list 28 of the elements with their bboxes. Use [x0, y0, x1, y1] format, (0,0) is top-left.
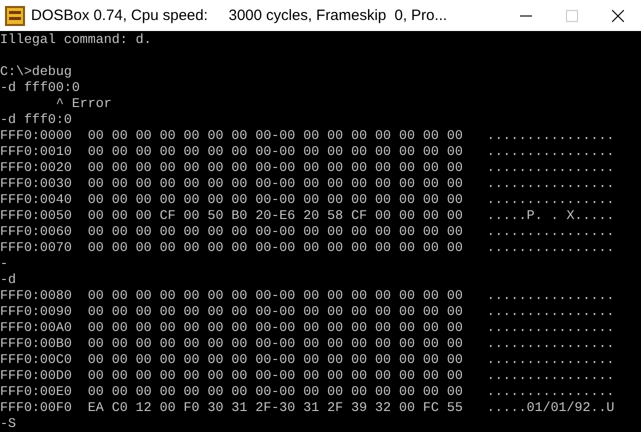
terminal-line: FFF0:00D0 00 00 00 00 00 00 00 00-00 00 00 00 00 00 00 00 ................ — [0, 368, 614, 383]
app-logo-icon — [5, 6, 25, 26]
terminal-line: FFF0:0030 00 00 00 00 00 00 00 00-00 00 00 00 00 00 00 00 ................ — [0, 176, 614, 191]
terminal-line: -S — [0, 416, 16, 431]
terminal-line: FFF0:00B0 00 00 00 00 00 00 00 00-00 00 00 00 00 00 00 00 ................ — [0, 336, 614, 351]
terminal-line: FFF0:0080 00 00 00 00 00 00 00 00-00 00 00 00 00 00 00 00 ................ — [0, 288, 614, 303]
terminal-line: FFF0:00E0 00 00 00 00 00 00 00 00-00 00 00 00 00 00 00 00 ................ — [0, 384, 614, 399]
terminal-line: FFF0:0070 00 00 00 00 00 00 00 00-00 00 00 00 00 00 00 00 ................ — [0, 240, 614, 255]
terminal-line: FFF0:0040 00 00 00 00 00 00 00 00-00 00 00 00 00 00 00 00 ................ — [0, 192, 614, 207]
terminal-line: -d fff00:0 — [0, 80, 80, 95]
terminal-line: FFF0:0020 00 00 00 00 00 00 00 00-00 00 00 00 00 00 00 00 ................ — [0, 160, 614, 175]
terminal-line: -d fff0:0 — [0, 112, 72, 127]
window-title: DOSBox 0.74, Cpu speed: 3000 cycles, Frameskip 0, Pro... — [31, 7, 448, 24]
terminal-line: FFF0:00C0 00 00 00 00 00 00 00 00-00 00 00 00 00 00 00 00 ................ — [0, 352, 614, 367]
terminal-line: FFF0:0010 00 00 00 00 00 00 00 00-00 00 00 00 00 00 00 00 ................ — [0, 144, 614, 159]
terminal-line: FFF0:0050 00 00 00 CF 00 50 B0 20-E6 20 58 CF 00 00 00 00 .....P. . X..... — [0, 208, 614, 223]
terminal-line: C:\>debug — [0, 64, 72, 79]
close-icon — [612, 10, 624, 22]
terminal-line: FFF0:0000 00 00 00 00 00 00 00 00-00 00 00 00 00 00 00 00 ................ — [0, 128, 614, 143]
terminal-line: FFF0:00F0 EA C0 12 00 F0 30 31 2F-30 31 2F 39 32 00 FC 55 .....01/01/92..U — [0, 400, 614, 415]
terminal-line: FFF0:0090 00 00 00 00 00 00 00 00-00 00 00 00 00 00 00 00 ................ — [0, 304, 614, 319]
terminal-line: Illegal command: d. — [0, 32, 152, 47]
terminal-line: - — [0, 256, 8, 271]
maximize-icon — [566, 10, 578, 22]
terminal-line: FFF0:00A0 00 00 00 00 00 00 00 00-00 00 00 00 00 00 00 00 ................ — [0, 320, 614, 335]
terminal-line: -d — [0, 272, 16, 287]
terminal-line: ^ Error — [54, 96, 112, 111]
terminal-line: FFF0:0060 00 00 00 00 00 00 00 00-00 00 00 00 00 00 00 00 ................ — [0, 224, 614, 239]
